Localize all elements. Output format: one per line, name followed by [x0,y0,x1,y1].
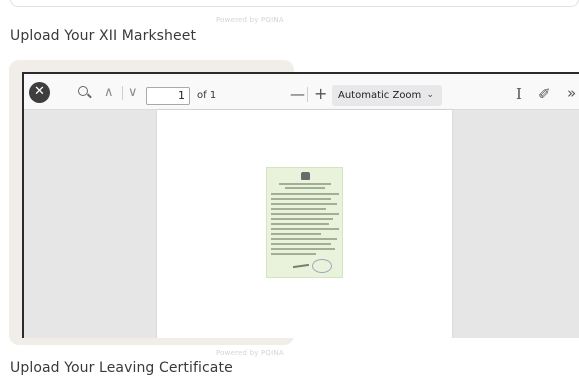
previous-upload-card [10,0,579,7]
toolbar-divider [122,86,123,100]
powered-by-label: Powered by PQINA [216,349,284,357]
powered-by-label: Powered by PQINA [216,16,284,24]
zoom-out-icon[interactable]: — [290,85,305,103]
leaving-certificate-section-title: Upload Your Leaving Certificate [10,360,233,376]
more-tools-icon[interactable]: » [567,84,576,102]
previous-page-icon[interactable]: ∧ [104,85,114,100]
page-number-input[interactable]: 1 [146,87,190,105]
remove-file-button[interactable]: ✕ [29,82,50,103]
text-cursor-icon[interactable]: I [516,85,522,103]
stamp-mark [312,259,332,273]
emblem-icon [301,172,310,180]
page-count-label: of 1 [197,90,217,101]
zoom-select-label: Automatic Zoom [338,90,422,101]
pdf-viewer[interactable]: ∧ ∨ 1 of 1 — + Automatic Zoom ⌄ I ✐ » [22,72,579,338]
chevron-down-icon: ⌄ [426,90,434,100]
next-page-icon[interactable]: ∨ [128,85,138,100]
search-icon[interactable] [78,86,88,96]
marksheet-section-title: Upload Your XII Marksheet [10,28,197,44]
zoom-in-icon[interactable]: + [314,84,327,103]
marksheet-document-image [266,167,343,278]
draw-icon[interactable]: ✐ [538,85,551,103]
toolbar-divider [307,87,308,102]
pdf-page [157,110,452,338]
pdf-toolbar: ∧ ∨ 1 of 1 — + Automatic Zoom ⌄ I ✐ » [24,74,579,110]
zoom-select[interactable]: Automatic Zoom ⌄ [332,85,442,106]
signature-mark [292,263,310,269]
